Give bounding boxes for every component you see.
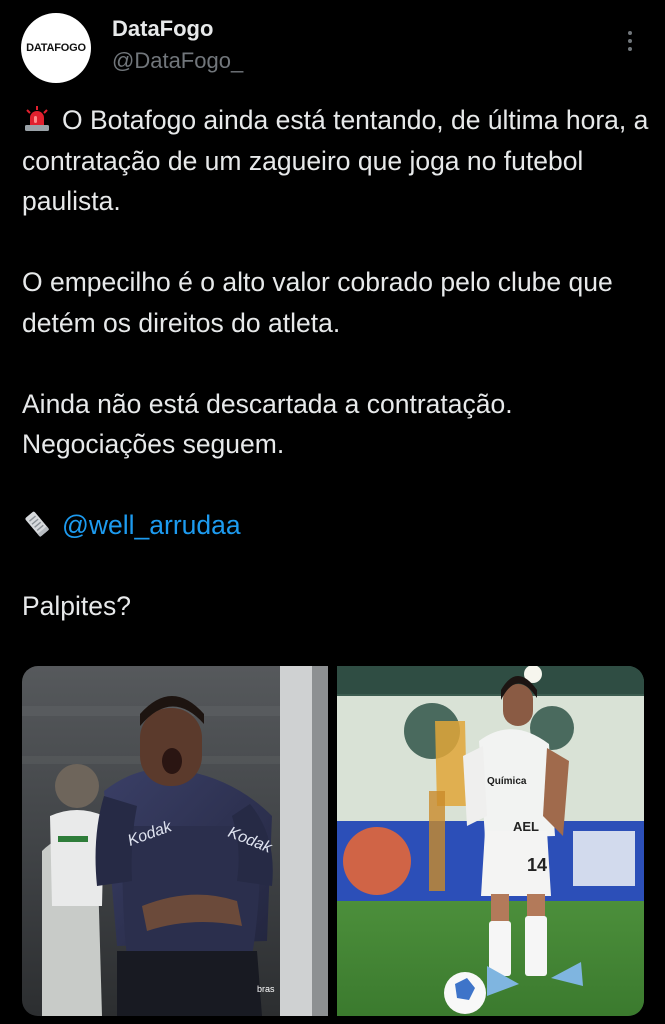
tweet-paragraph-text: Palpites? <box>22 591 132 621</box>
tweet-paragraph: O Botafogo ainda está tentando, de últim… <box>22 100 652 222</box>
avatar-logo-text: DATAFOGO <box>26 42 86 54</box>
tweet-paragraph: Palpites? <box>22 586 652 627</box>
mention-link[interactable]: @well_arrudaa <box>62 510 241 540</box>
svg-text:Química: Química <box>487 776 527 787</box>
avatar[interactable]: DATAFOGO <box>21 13 91 83</box>
tweet-paragraph-text: O Botafogo ainda está tentando, de últim… <box>22 105 649 216</box>
tweet-paragraph-text: O empecilho é o alto valor cobrado pelo … <box>22 267 613 338</box>
tweet-paragraph-text: Ainda não está descartada a contratação.… <box>22 388 513 460</box>
user-handle[interactable]: @DataFogo_ <box>112 48 243 74</box>
santos-player-photo[interactable]: Kodak Kodak bras <box>22 666 328 1016</box>
tweet-paragraph: O empecilho é o alto valor cobrado pelo … <box>22 262 652 343</box>
corinthians-player-photo[interactable]: Química AEL 14 <box>337 666 644 1016</box>
tweet-paragraph: @well_arrudaa <box>22 505 652 546</box>
tweet-text: O Botafogo ainda está tentando, de últim… <box>22 100 652 627</box>
tweet-header: DATAFOGO DataFogo @DataFogo_ <box>0 0 665 90</box>
police-siren-icon <box>25 106 49 131</box>
tweet-media: Kodak Kodak bras Química AEL 14 <box>22 666 644 1016</box>
svg-text:14: 14 <box>527 855 547 875</box>
display-name[interactable]: DataFogo <box>112 16 213 42</box>
tweet-paragraph: Ainda não está descartada a contratação.… <box>22 384 652 465</box>
newspaper-icon <box>25 511 49 537</box>
svg-text:AEL: AEL <box>513 819 539 834</box>
more-options-icon[interactable] <box>618 26 642 56</box>
svg-text:bras: bras <box>257 984 275 994</box>
